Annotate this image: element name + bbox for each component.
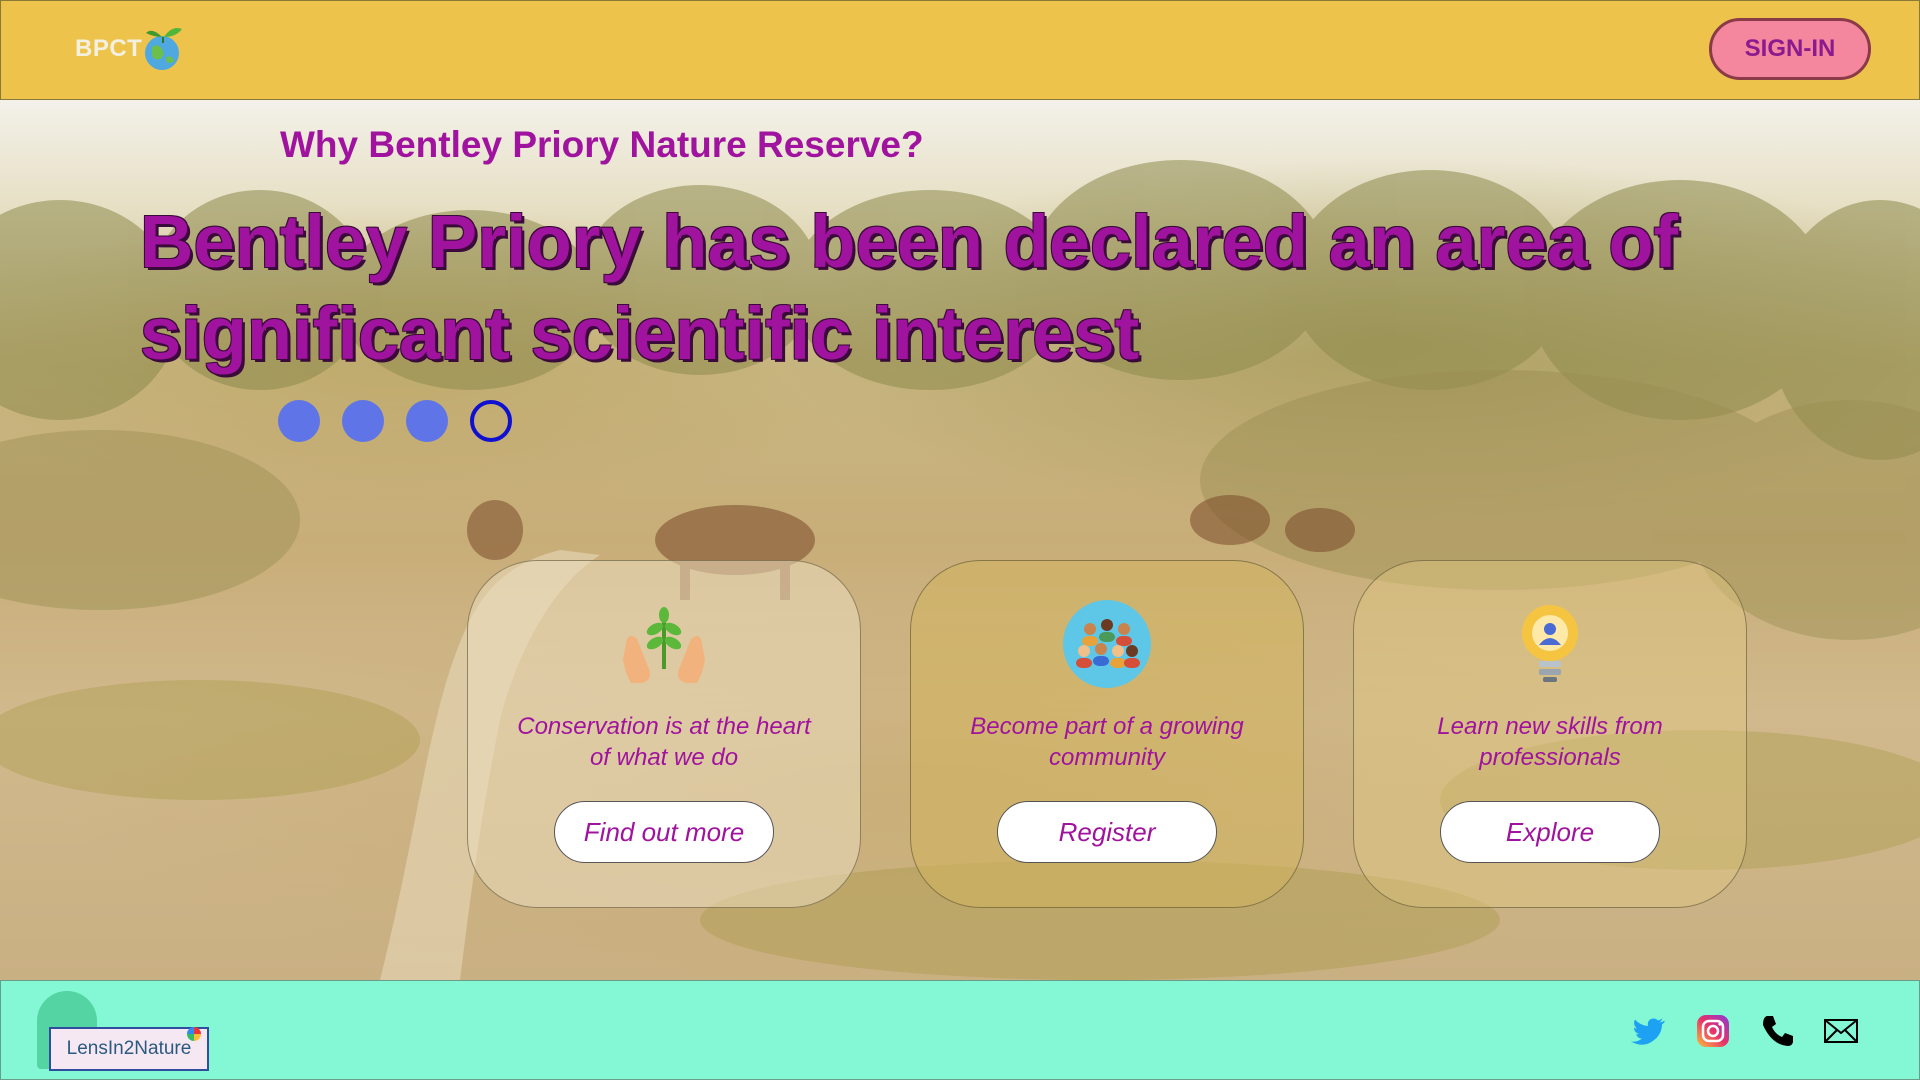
twitter-icon[interactable] [1631, 1013, 1667, 1049]
lensin2nature-logo[interactable]: LensIn2Nature [37, 991, 217, 1071]
brand-logo[interactable]: BPCT [75, 23, 190, 75]
carousel-dot-2[interactable] [342, 400, 384, 442]
brand-name: BPCT [75, 35, 143, 62]
explore-button[interactable]: Explore [1440, 801, 1660, 863]
register-button[interactable]: Register [997, 801, 1217, 863]
carousel-dot-3[interactable] [406, 400, 448, 442]
sign-in-button[interactable]: SIGN-IN [1709, 18, 1871, 80]
section-subtitle: Why Bentley Priory Nature Reserve? [280, 124, 924, 165]
carousel-indicators [278, 400, 512, 442]
top-header: BPCT SIGN-IN [0, 0, 1920, 100]
card-text: Conservation is at the heart of what we … [517, 713, 811, 771]
mail-icon[interactable] [1823, 1013, 1859, 1049]
find-out-more-button[interactable]: Find out more [554, 801, 774, 863]
card-text: Become part of a growing community [970, 713, 1244, 771]
footer: LensIn2Nature [0, 980, 1920, 1080]
phone-icon[interactable] [1759, 1013, 1795, 1049]
hands-plant-icon [623, 607, 705, 683]
hero-headline: Bentley Priory has been declared an area… [140, 200, 1679, 375]
card-text: Learn new skills from professionals [1437, 713, 1663, 771]
instagram-icon[interactable] [1695, 1013, 1731, 1049]
hero-section: Why Bentley Priory Nature Reserve? Bentl… [0, 100, 1920, 980]
lightbulb-icon [1522, 605, 1578, 682]
community-icon [1063, 600, 1151, 688]
social-links [1631, 1013, 1859, 1049]
globe-plant-icon [145, 28, 183, 70]
conservation-card: Conservation is at the heart of what we … [467, 560, 861, 908]
footer-logo-text: LensIn2Nature [49, 1027, 209, 1071]
skills-card: Learn new skills from professionals Expl… [1353, 560, 1747, 908]
carousel-dot-1[interactable] [278, 400, 320, 442]
community-card: Become part of a growing community Regis… [910, 560, 1304, 908]
color-ring-icon [187, 1027, 201, 1041]
carousel-dot-4[interactable] [470, 400, 512, 442]
